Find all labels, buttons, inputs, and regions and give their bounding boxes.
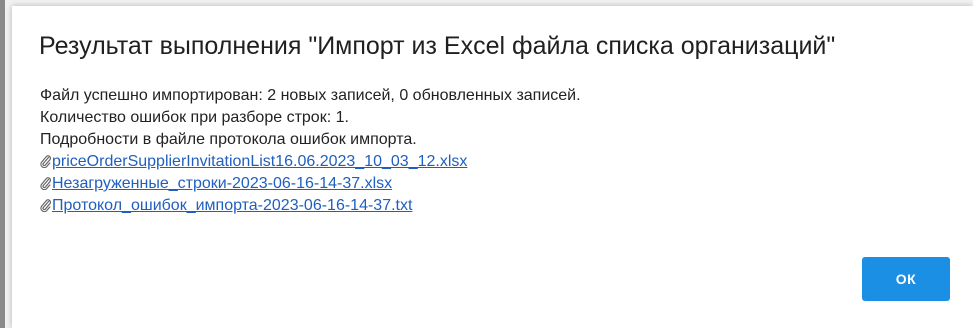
paperclip-icon xyxy=(40,155,51,168)
file-link-unloaded-rows[interactable]: Незагруженные_строки-2023-06-16-14-37.xl… xyxy=(52,175,392,192)
dialog-title: Результат выполнения "Импорт из Excel фа… xyxy=(39,32,836,60)
paperclip-icon xyxy=(40,177,51,190)
file-link-error-protocol[interactable]: Протокол_ошибок_импорта-2023-06-16-14-37… xyxy=(52,197,412,214)
ok-button[interactable]: ОК xyxy=(862,257,950,301)
import-result-dialog: Результат выполнения "Импорт из Excel фа… xyxy=(12,6,973,328)
details-text: Подробности в файле протокола ошибок имп… xyxy=(40,131,417,148)
attachment-row: Незагруженные_строки-2023-06-16-14-37.xl… xyxy=(40,173,581,195)
paperclip-icon xyxy=(40,199,51,212)
import-summary-text: Файл успешно импортирован: 2 новых запис… xyxy=(40,87,581,104)
dialog-body: Файл успешно импортирован: 2 новых запис… xyxy=(40,85,581,217)
window-edge xyxy=(0,0,5,328)
file-link-price-order[interactable]: priceOrderSupplierInvitationList16.06.20… xyxy=(52,153,467,170)
parse-errors-text: Количество ошибок при разборе строк: 1. xyxy=(40,109,349,126)
attachment-row: priceOrderSupplierInvitationList16.06.20… xyxy=(40,151,581,173)
attachment-row: Протокол_ошибок_импорта-2023-06-16-14-37… xyxy=(40,195,581,217)
